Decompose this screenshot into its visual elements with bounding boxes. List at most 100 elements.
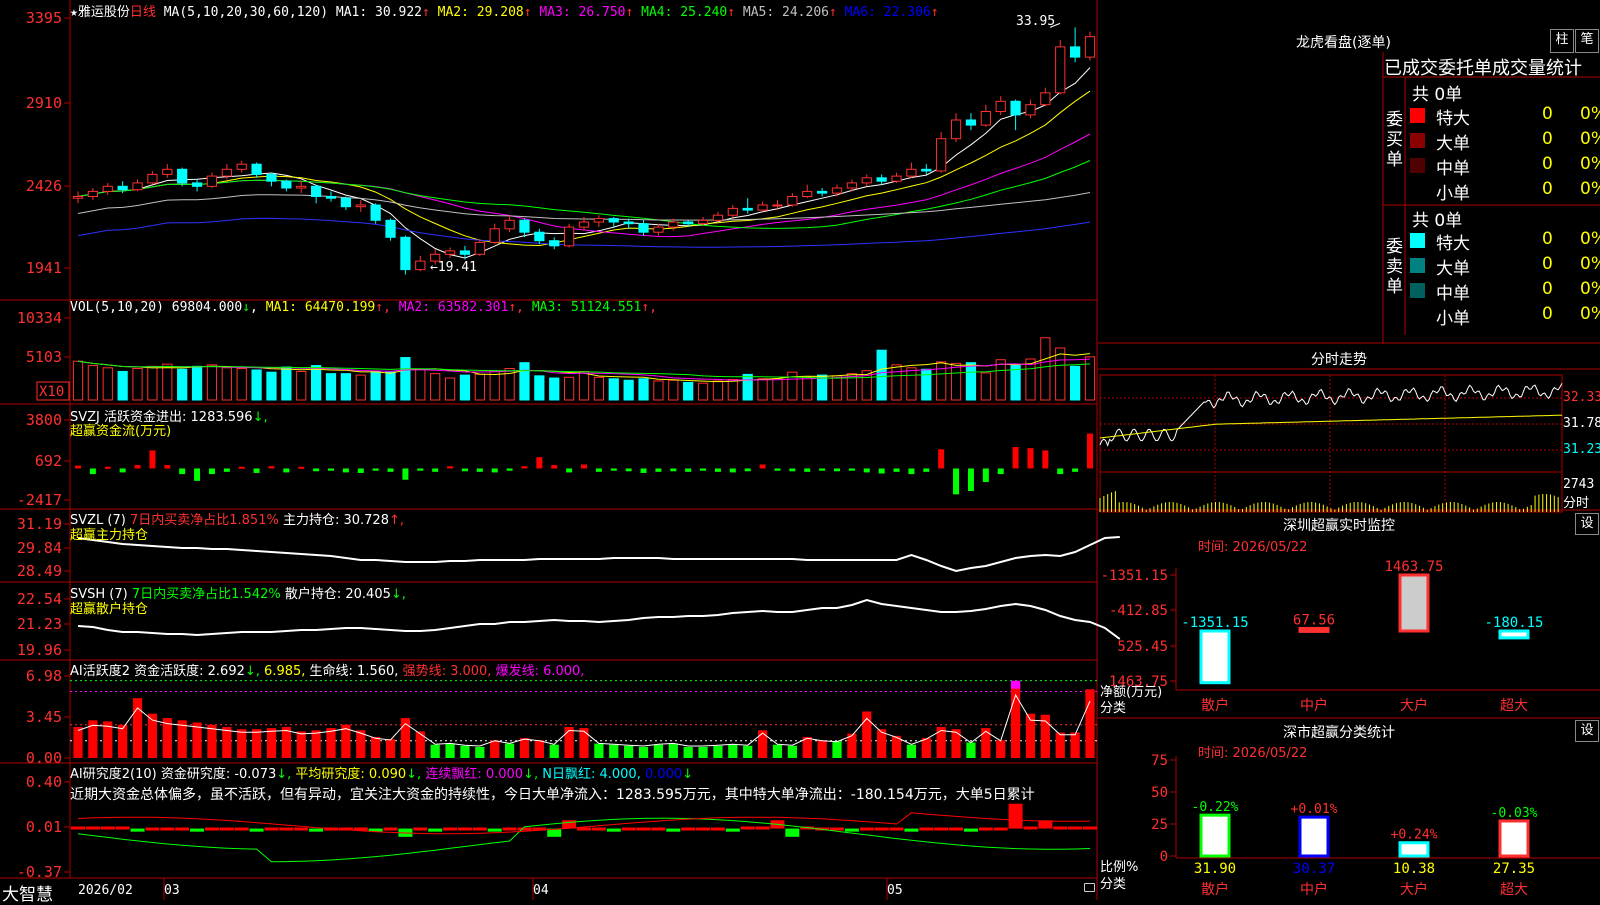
- candle[interactable]: [102, 182, 113, 195]
- candle[interactable]: [474, 239, 485, 256]
- research-bar: [234, 827, 249, 831]
- candle[interactable]: [72, 191, 84, 204]
- candle[interactable]: [206, 172, 218, 188]
- fund-flow-bar: [759, 464, 766, 469]
- volume-bar: [206, 364, 218, 401]
- candle[interactable]: [772, 199, 783, 211]
- volume-bar: [593, 376, 604, 401]
- candle[interactable]: [370, 203, 381, 224]
- candle[interactable]: [162, 164, 173, 178]
- activity-bar: [996, 740, 1006, 758]
- candle[interactable]: [281, 179, 292, 192]
- candle[interactable]: [340, 196, 351, 211]
- volume-bar: [296, 370, 307, 401]
- candle[interactable]: [87, 188, 98, 200]
- sell-order-row: 中单 0 0%: [1410, 279, 1600, 304]
- volume-bar: [1055, 347, 1066, 401]
- candle[interactable]: [147, 171, 158, 185]
- candle[interactable]: [1084, 31, 1096, 61]
- candle[interactable]: [251, 162, 262, 178]
- volume-bar: [1070, 365, 1081, 401]
- candle[interactable]: [355, 199, 366, 212]
- candle[interactable]: [712, 211, 724, 222]
- candle[interactable]: [1055, 40, 1066, 95]
- sz-monitor-settings-button[interactable]: 设: [1575, 513, 1599, 535]
- candle[interactable]: [325, 191, 337, 202]
- candle[interactable]: [980, 104, 991, 127]
- period-label[interactable]: 日线: [130, 5, 156, 20]
- candle[interactable]: [950, 113, 962, 143]
- candle[interactable]: [534, 228, 545, 245]
- ma4-value: MA4: 25.240: [641, 5, 728, 20]
- candle[interactable]: [296, 181, 307, 194]
- candle[interactable]: [697, 216, 709, 226]
- candle[interactable]: [638, 220, 649, 236]
- sz-monitor-bar-0: [1199, 629, 1231, 685]
- candle[interactable]: [608, 216, 619, 228]
- candle[interactable]: [400, 235, 411, 275]
- ai-research-y-tick-1: 0.01: [26, 818, 62, 836]
- favorite-star-icon[interactable]: ★: [70, 5, 78, 20]
- candle[interactable]: [549, 237, 560, 250]
- candle[interactable]: [1025, 99, 1036, 119]
- candle[interactable]: [891, 172, 902, 183]
- candle[interactable]: [876, 174, 887, 185]
- candle[interactable]: [191, 179, 203, 192]
- activity-bar: [475, 746, 485, 758]
- bar-mode-button[interactable]: 柱: [1550, 29, 1574, 53]
- research-bar: [755, 826, 770, 830]
- svzl-holding: 主力持仓: 30.728: [282, 513, 389, 528]
- candle[interactable]: [653, 223, 664, 236]
- candle[interactable]: [831, 184, 843, 197]
- lock-icon[interactable]: [1084, 883, 1095, 892]
- candle[interactable]: [1010, 99, 1021, 131]
- candle[interactable]: [519, 218, 530, 238]
- candle[interactable]: [236, 160, 247, 173]
- sell-order-count: 0: [1542, 304, 1553, 324]
- sz-stats-settings-button[interactable]: 设: [1575, 720, 1599, 742]
- intraday-tick-low: 31.23: [1563, 442, 1600, 457]
- candle[interactable]: [266, 172, 277, 187]
- candle[interactable]: [564, 223, 575, 248]
- candle[interactable]: [742, 198, 753, 214]
- candle[interactable]: [995, 96, 1006, 115]
- research-bar: [1068, 826, 1083, 830]
- candle[interactable]: [593, 215, 604, 228]
- main-y-tick-0: 3395: [26, 9, 62, 27]
- candle[interactable]: [504, 215, 515, 233]
- candle[interactable]: [757, 201, 768, 212]
- fund-flow-bar: [461, 468, 468, 472]
- candle[interactable]: [311, 184, 322, 204]
- candle[interactable]: [936, 131, 947, 173]
- candle[interactable]: [623, 218, 634, 229]
- candle[interactable]: [727, 205, 738, 217]
- activity-bar: [296, 731, 306, 758]
- candle[interactable]: [489, 223, 500, 245]
- pen-mode-button[interactable]: 笔: [1575, 29, 1599, 53]
- candle[interactable]: [965, 113, 977, 131]
- volume-bar: [162, 363, 173, 401]
- candle-body: [444, 250, 456, 255]
- svsh-y-tick-1: 21.23: [17, 615, 62, 633]
- candle-body: [846, 182, 857, 189]
- candle[interactable]: [787, 193, 798, 207]
- candle[interactable]: [1070, 27, 1081, 63]
- candle[interactable]: [177, 167, 188, 187]
- candle-body: [906, 168, 917, 177]
- activity-bar: [490, 740, 500, 758]
- candle[interactable]: [802, 184, 813, 199]
- app-logo[interactable]: 大智慧: [2, 880, 53, 905]
- ma2-value: MA2: 29.208: [437, 5, 524, 20]
- volume-bar: [876, 349, 887, 401]
- stock-name[interactable]: 雅运股份: [78, 5, 130, 20]
- candle[interactable]: [861, 174, 872, 187]
- candle[interactable]: [415, 256, 426, 272]
- candle[interactable]: [1040, 87, 1051, 107]
- candle[interactable]: [444, 247, 456, 258]
- candle[interactable]: [906, 162, 917, 178]
- candle[interactable]: [132, 179, 143, 192]
- ai-active-header: AI活跃度2 资金活跃度: 2.692↓, 6.985, 生命线: 1.560,…: [70, 664, 585, 679]
- candle-body: [236, 163, 247, 170]
- candle[interactable]: [385, 218, 396, 241]
- candle[interactable]: [817, 188, 828, 197]
